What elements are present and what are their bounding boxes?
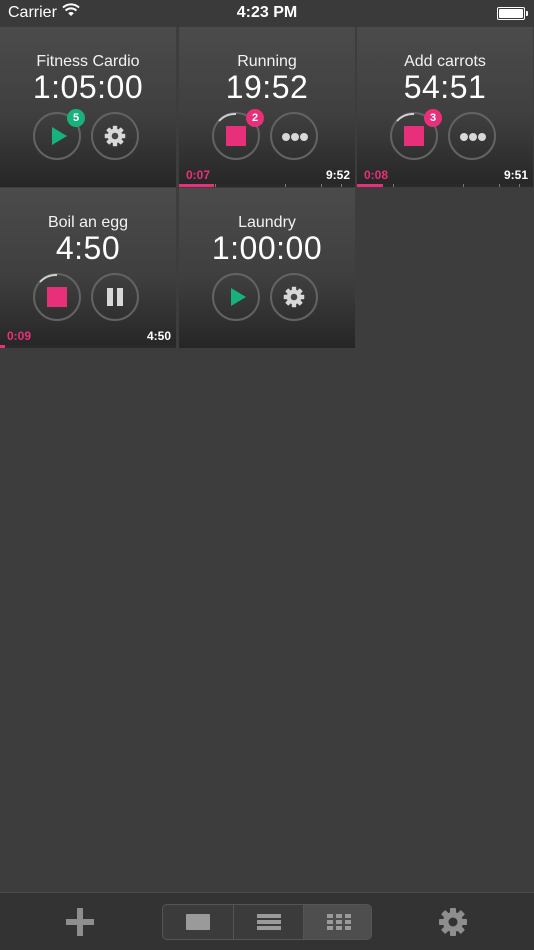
badge-count: 2	[246, 109, 264, 127]
stop-icon	[226, 126, 246, 146]
remaining-time: 4:50	[146, 329, 171, 343]
elapsed-time: 0:07	[186, 168, 211, 182]
timer-time: 4:50	[55, 230, 121, 266]
pause-icon	[107, 288, 123, 306]
gear-button[interactable]	[91, 112, 139, 160]
pause-button[interactable]	[91, 273, 139, 321]
play-icon	[52, 127, 67, 145]
progress-fill	[0, 345, 6, 348]
timer-tile[interactable]: Add carrots 54:51 3 0:08 9:51	[357, 27, 533, 187]
timer-time: 54:51	[403, 69, 487, 105]
grid-view-icon	[327, 914, 351, 930]
progress-track	[179, 184, 355, 187]
stop-button[interactable]: 3	[390, 109, 442, 160]
settings-button[interactable]	[438, 907, 468, 942]
timer-tile[interactable]: Boil an egg 4:50 0:09 4:50	[0, 188, 176, 348]
timer-tile[interactable]: Running 19:52 2 0:07 9:52	[179, 27, 355, 187]
progress-track	[357, 184, 533, 187]
plus-icon[interactable]	[66, 908, 94, 936]
gear-icon	[283, 286, 305, 308]
timer-time: 1:00:00	[211, 230, 323, 266]
view-switcher	[162, 904, 372, 940]
list-view-icon	[257, 914, 281, 930]
gear-icon	[104, 125, 126, 147]
gear-icon	[439, 908, 467, 936]
stop-button[interactable]	[33, 273, 81, 321]
timer-time: 19:52	[225, 69, 309, 105]
timer-tile[interactable]: Fitness Cardio 1:05:00 5	[0, 27, 176, 187]
more-icon	[282, 133, 308, 141]
single-view-button[interactable]	[163, 905, 233, 939]
progress-track	[0, 345, 176, 348]
elapsed-time: 0:08	[364, 168, 389, 182]
stop-icon	[47, 287, 67, 307]
remaining-time: 9:52	[325, 168, 350, 182]
badge-count: 5	[67, 109, 85, 127]
more-button[interactable]	[448, 112, 496, 160]
badge-count: 3	[424, 109, 442, 127]
single-view-icon	[186, 914, 210, 930]
progress-fill	[357, 184, 384, 187]
elapsed-time: 0:09	[7, 329, 32, 343]
timer-time: 1:05:00	[32, 69, 144, 105]
more-button[interactable]	[270, 112, 318, 160]
tab-bar	[0, 892, 534, 950]
gear-button[interactable]	[270, 273, 318, 321]
play-button[interactable]: 5	[33, 109, 85, 160]
progress-fill	[179, 184, 215, 187]
timer-tile[interactable]: Laundry 1:00:00	[179, 188, 355, 348]
stop-icon	[404, 126, 424, 146]
grid-view-button[interactable]	[303, 905, 371, 939]
battery-icon	[497, 7, 528, 20]
status-bar: Carrier 4:23 PM	[0, 0, 534, 27]
play-icon	[231, 288, 246, 306]
play-button[interactable]	[212, 273, 260, 321]
list-view-button[interactable]	[233, 905, 304, 939]
status-time: 4:23 PM	[236, 4, 298, 21]
remaining-time: 9:51	[503, 168, 528, 182]
more-icon	[460, 133, 486, 141]
stop-button[interactable]: 2	[212, 109, 264, 160]
